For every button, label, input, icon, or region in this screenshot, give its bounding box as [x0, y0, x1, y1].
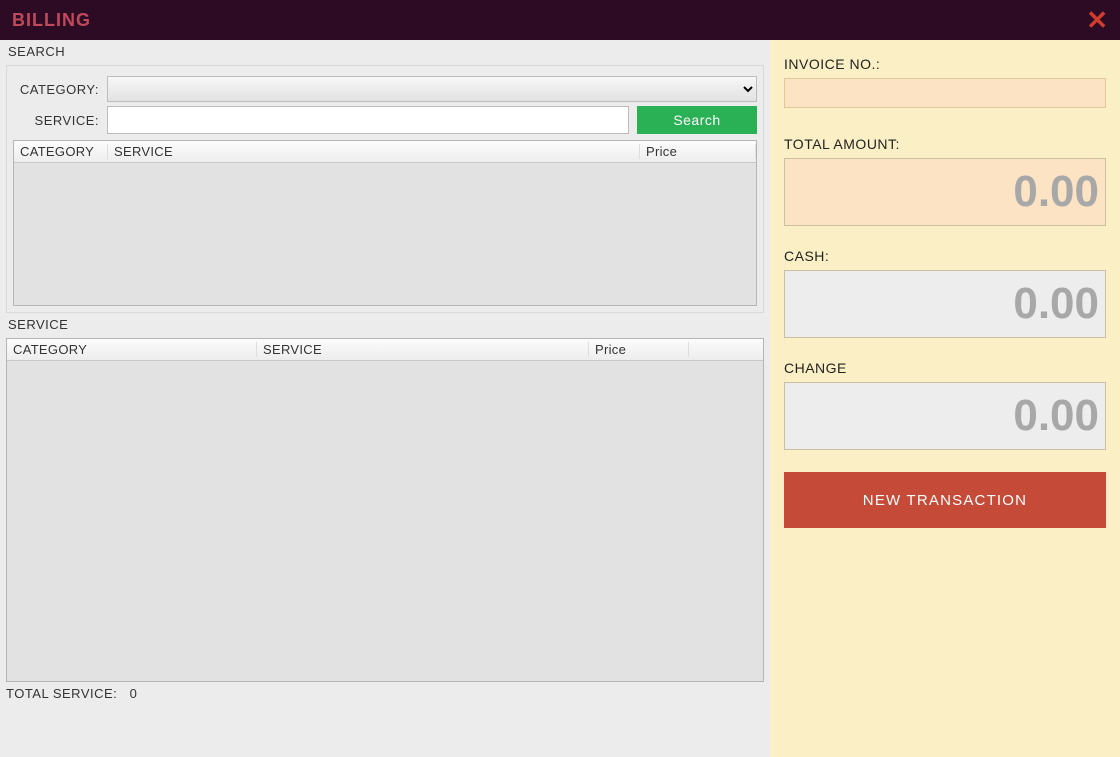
change-label: CHANGE [784, 360, 1106, 376]
category-label: CATEGORY: [13, 82, 99, 97]
total-service-label: TOTAL SERVICE: [6, 686, 117, 701]
service-grid-header: CATEGORY SERVICE Price [7, 339, 763, 361]
service-grid[interactable]: CATEGORY SERVICE Price [6, 338, 764, 682]
service-group: SERVICE CATEGORY SERVICE Price TOTAL SER… [6, 317, 764, 757]
cash-label: CASH: [784, 248, 1106, 264]
col-category: CATEGORY [7, 342, 257, 357]
new-transaction-button[interactable]: NEW TRANSACTION [784, 472, 1106, 528]
change-display: 0.00 [784, 382, 1106, 450]
col-category: CATEGORY [14, 144, 108, 159]
col-service: SERVICE [257, 342, 589, 357]
col-price: Price [640, 144, 756, 159]
search-grid-body [14, 163, 756, 305]
close-icon[interactable]: ✕ [1086, 7, 1108, 33]
total-service-row: TOTAL SERVICE: 0 [6, 686, 764, 701]
category-row: CATEGORY: [13, 76, 757, 102]
service-label: SERVICE: [13, 113, 99, 128]
total-label: TOTAL AMOUNT: [784, 136, 1106, 152]
window-title: BILLING [12, 10, 91, 31]
main-area: SEARCH CATEGORY: SERVICE: Search CATEGOR… [0, 40, 1120, 757]
service-group-label: SERVICE [8, 317, 764, 332]
service-input[interactable] [107, 106, 629, 134]
col-service: SERVICE [108, 144, 640, 159]
service-row: SERVICE: Search [13, 106, 757, 134]
left-panel: SEARCH CATEGORY: SERVICE: Search CATEGOR… [0, 40, 770, 757]
invoice-label: INVOICE NO.: [784, 56, 1106, 72]
service-grid-body [7, 361, 763, 681]
cash-display[interactable]: 0.00 [784, 270, 1106, 338]
search-group-label: SEARCH [8, 44, 764, 59]
total-service-value: 0 [130, 686, 138, 701]
summary-panel: INVOICE NO.: TOTAL AMOUNT: 0.00 CASH: 0.… [770, 40, 1120, 757]
titlebar: BILLING ✕ [0, 0, 1120, 40]
col-price: Price [589, 342, 689, 357]
search-box: CATEGORY: SERVICE: Search CATEGORY SERVI… [6, 65, 764, 313]
search-grid-header: CATEGORY SERVICE Price [14, 141, 756, 163]
search-results-grid[interactable]: CATEGORY SERVICE Price [13, 140, 757, 306]
search-group: SEARCH CATEGORY: SERVICE: Search CATEGOR… [6, 44, 764, 317]
total-amount-display: 0.00 [784, 158, 1106, 226]
invoice-field[interactable] [784, 78, 1106, 108]
search-button[interactable]: Search [637, 106, 757, 134]
category-select[interactable] [107, 76, 757, 102]
